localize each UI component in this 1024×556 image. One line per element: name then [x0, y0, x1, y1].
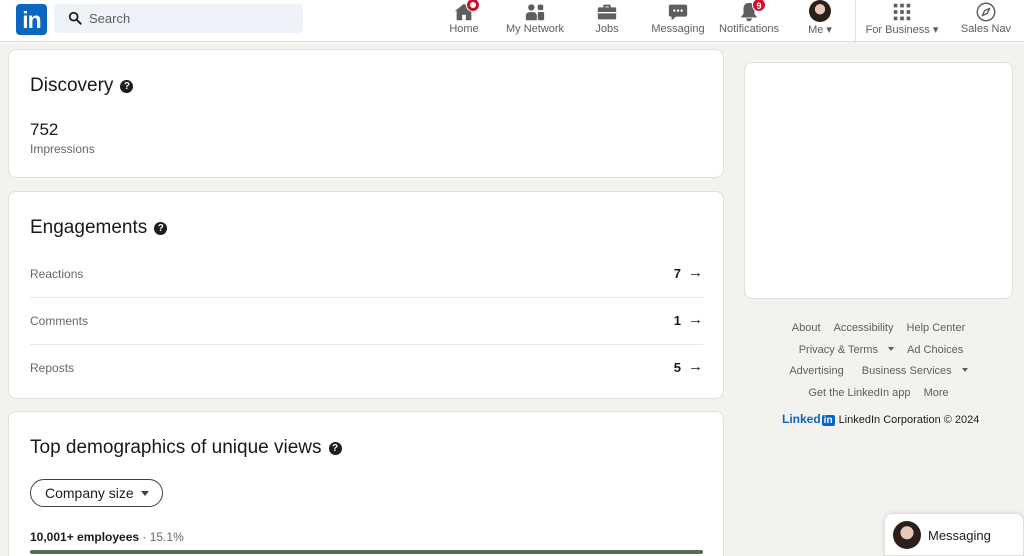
impressions-label: Impressions [30, 142, 95, 156]
nav-my-network-label: My Network [505, 23, 565, 35]
engagement-value: 5 [673, 360, 681, 375]
nav-sales-nav-label: Sales Nav [960, 23, 1012, 35]
message-bubble-icon [668, 4, 688, 21]
top-navigation-bar: in Search Home My Network Jobs Messaging… [0, 0, 1024, 42]
help-icon[interactable]: ? [328, 442, 342, 455]
nav-home-label: Home [449, 23, 479, 35]
demographic-label: 10,001+ employees [30, 530, 140, 544]
engagement-value: 7 [673, 266, 681, 281]
impressions-value: 752 [30, 120, 59, 139]
demographics-card: Top demographics of unique views? Compan… [8, 411, 724, 556]
search-placeholder: Search [89, 11, 131, 26]
compass-icon [976, 2, 996, 22]
linkedin-wordmark-box: in [821, 415, 835, 426]
nav-jobs[interactable]: Jobs [587, 0, 627, 42]
caret-down-icon [961, 368, 968, 372]
demographics-title: Top demographics of unique views? [30, 437, 342, 459]
demographic-item: 10,001+ employees · 15.1% [30, 530, 184, 544]
nav-sales-nav[interactable]: Sales Nav [958, 0, 1014, 42]
demographic-progress-bar [30, 550, 703, 554]
nav-for-business[interactable]: For Business ▾ [864, 0, 940, 42]
nav-jobs-label: Jobs [595, 23, 619, 35]
nav-home[interactable]: Home [444, 0, 484, 42]
notifications-count-badge: 9 [752, 0, 766, 12]
engagement-row-reposts[interactable]: Reposts 5 → [30, 345, 703, 392]
demographic-separator: · [139, 530, 150, 544]
briefcase-icon [597, 4, 617, 20]
footer-link-help-center[interactable]: Help Center [907, 322, 966, 334]
home-notification-dot [466, 0, 480, 12]
nav-for-business-label: For Business ▾ [865, 24, 939, 36]
discovery-title: Discovery? [30, 75, 134, 97]
chevron-down-icon: ▾ [826, 24, 832, 36]
help-icon[interactable]: ? [120, 80, 134, 93]
nav-me-label: Me ▾ [808, 24, 832, 36]
footer-links: About Accessibility Help Center Privacy … [744, 318, 1013, 404]
linkedin-logo[interactable]: in [16, 4, 47, 35]
messaging-bar-label: Messaging [928, 528, 991, 543]
people-icon [525, 4, 545, 21]
ad-placeholder-card [744, 62, 1013, 299]
nav-divider [855, 0, 856, 42]
search-input[interactable]: Search [54, 4, 303, 33]
footer-link-ad-choices[interactable]: Ad Choices [907, 344, 963, 356]
linkedin-wordmark: Linked [782, 412, 821, 426]
engagement-label: Reposts [30, 361, 75, 375]
search-icon [68, 11, 82, 25]
caret-down-icon [140, 491, 149, 496]
arrow-right-icon: → [688, 311, 703, 328]
engagements-card: Engagements? Reactions 7 → Comments 1 → … [8, 191, 724, 399]
arrow-right-icon: → [688, 358, 703, 375]
engagement-row-reactions[interactable]: Reactions 7 → [30, 251, 703, 298]
footer-link-about[interactable]: About [792, 322, 821, 334]
footer-link-get-app[interactable]: Get the LinkedIn app [808, 387, 910, 399]
engagements-title: Engagements? [30, 217, 168, 239]
messaging-overlay-bar[interactable]: Messaging [884, 513, 1024, 556]
engagement-value: 1 [673, 313, 681, 328]
help-icon[interactable]: ? [154, 222, 168, 235]
caret-down-icon [887, 346, 894, 351]
footer-link-more[interactable]: More [924, 387, 949, 399]
engagement-row-comments[interactable]: Comments 1 → [30, 298, 703, 345]
grid-apps-icon [893, 3, 911, 21]
nav-messaging-label: Messaging [651, 23, 705, 35]
footer-link-business-services[interactable]: Business Services [857, 365, 968, 377]
footer-link-accessibility[interactable]: Accessibility [834, 322, 894, 334]
footer-copyright: Linked in LinkedIn Corporation © 2024 [782, 412, 979, 426]
nav-notifications-label: Notifications [719, 23, 779, 35]
footer-link-privacy-terms[interactable]: Privacy & Terms [794, 344, 894, 356]
arrow-right-icon: → [688, 264, 703, 281]
discovery-card: Discovery? 752 Impressions [8, 49, 724, 178]
nav-messaging[interactable]: Messaging [648, 0, 708, 42]
chevron-down-icon: ▾ [932, 24, 939, 36]
dropdown-label: Company size [45, 485, 134, 501]
nav-me[interactable]: Me ▾ [800, 0, 840, 42]
user-avatar [809, 0, 831, 22]
nav-my-network[interactable]: My Network [503, 0, 567, 42]
company-size-dropdown[interactable]: Company size [30, 479, 163, 507]
engagement-label: Reactions [30, 267, 84, 281]
demographic-percent: 15.1% [149, 530, 184, 544]
copyright-text: LinkedIn Corporation © 2024 [838, 414, 980, 426]
user-avatar [893, 521, 921, 549]
engagement-label: Comments [30, 314, 89, 328]
nav-notifications[interactable]: 9 Notifications [716, 0, 782, 42]
footer-link-advertising[interactable]: Advertising [789, 365, 843, 377]
